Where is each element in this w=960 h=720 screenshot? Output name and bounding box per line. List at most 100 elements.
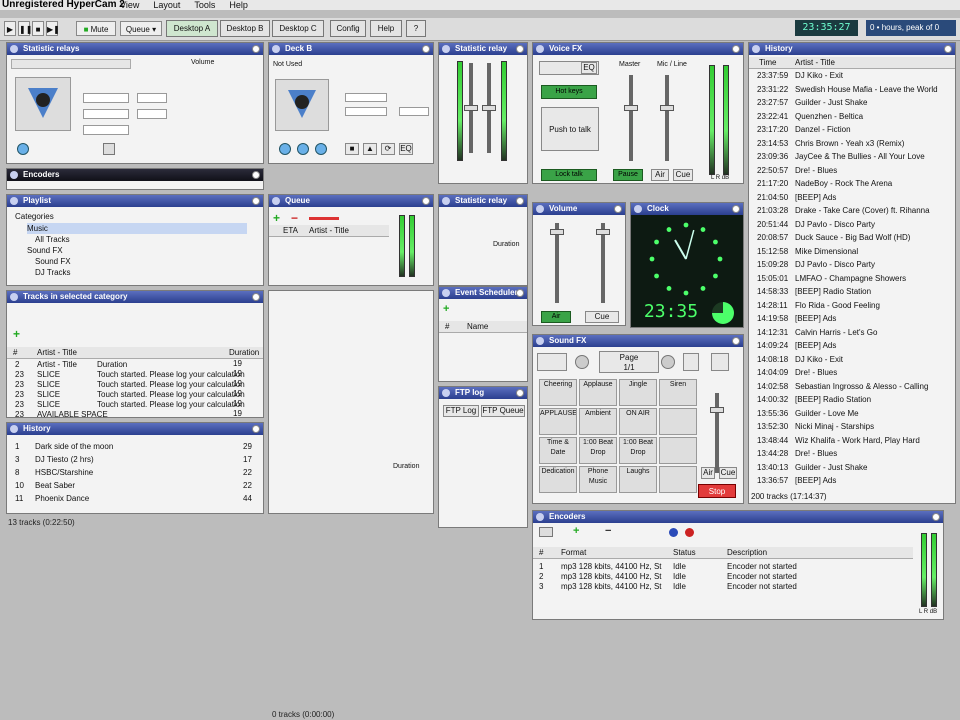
col-artist-title[interactable]: Artist - Title: [309, 225, 349, 236]
history-row[interactable]: 13:55:36 Guilder - Love Me: [749, 408, 955, 419]
sfx-stop-button[interactable]: Stop: [698, 484, 736, 498]
close-icon[interactable]: [252, 171, 260, 179]
col-name[interactable]: Name: [467, 321, 488, 332]
history-row[interactable]: 21:03:28 Drake - Take Care (Cover) ft. Ri…: [749, 205, 955, 216]
tempo-field[interactable]: [83, 93, 129, 103]
prev-page-icon[interactable]: [575, 355, 589, 369]
sound-fx-slot[interactable]: Jingle: [619, 379, 657, 406]
volume-fader-knob[interactable]: [550, 229, 564, 235]
history-row[interactable]: 14:12:31 Calvin Harris - Let's Go: [749, 327, 955, 338]
hotkeys-button[interactable]: Hot keys: [541, 85, 597, 99]
gain-field[interactable]: [83, 125, 129, 135]
tab-desktop-c[interactable]: Desktop C: [272, 20, 324, 37]
close-icon[interactable]: [732, 205, 740, 213]
deck-eject-button[interactable]: ▲: [363, 143, 377, 155]
pitch-field[interactable]: [345, 107, 387, 116]
remove-icon[interactable]: −: [605, 525, 611, 537]
gear-icon[interactable]: [442, 389, 450, 397]
close-icon[interactable]: [732, 337, 740, 345]
track-row[interactable]: 23 AVAILABLE SPACE: [7, 409, 263, 417]
next-icon[interactable]: ▶❚: [46, 21, 60, 36]
history-row[interactable]: 15:09:28 DJ Pavlo - Disco Party: [749, 259, 955, 270]
sound-fx-slot[interactable]: Applause: [579, 379, 617, 406]
gear-icon[interactable]: [442, 197, 450, 205]
history-mini-row[interactable]: 10 Beat Saber 22: [7, 480, 263, 491]
history-row[interactable]: 13:36:57 [BEEP] Ads: [749, 475, 955, 486]
remove-icon[interactable]: −: [291, 211, 298, 225]
close-icon[interactable]: [732, 45, 740, 53]
menu-view[interactable]: View: [120, 0, 139, 10]
history-row[interactable]: 23:22:41 Quenzhen - Beltica: [749, 111, 955, 122]
close-icon[interactable]: [422, 197, 430, 205]
close-icon[interactable]: [516, 289, 524, 297]
category-item[interactable]: Sound FX: [27, 245, 263, 256]
close-icon[interactable]: [516, 389, 524, 397]
sfx-eq-icon[interactable]: [711, 353, 729, 371]
gear-icon[interactable]: [536, 45, 544, 53]
gear-icon[interactable]: [442, 45, 450, 53]
history-row[interactable]: 13:48:44 Wiz Khalifa - Work Hard, Play Ha…: [749, 435, 955, 446]
gear-icon[interactable]: [272, 45, 280, 53]
deck-next-button[interactable]: [315, 143, 327, 155]
deck-eq-button[interactable]: EQ: [399, 143, 413, 155]
deck-play-button[interactable]: [297, 143, 309, 155]
gear-icon[interactable]: [634, 205, 642, 213]
push-to-talk-button[interactable]: Push to talk: [541, 107, 599, 151]
fader-knob[interactable]: [482, 105, 496, 111]
remove-all-icon[interactable]: [309, 217, 339, 220]
close-icon[interactable]: [516, 45, 524, 53]
history-row[interactable]: 14:28:11 Flo Rida - Good Feeling: [749, 300, 955, 311]
history-row[interactable]: 14:02:58 Sebastian Ingrosso & Alesso - Ca…: [749, 381, 955, 392]
stop-encoder-icon[interactable]: [685, 528, 694, 537]
category-item[interactable]: DJ Tracks: [35, 267, 263, 278]
col-eta[interactable]: ETA: [283, 225, 298, 236]
col-artist-title[interactable]: Artist - Title: [795, 57, 835, 68]
history-row[interactable]: 22:50:57 Dre! - Blues: [749, 165, 955, 176]
history-row[interactable]: 13:40:13 Guilder - Just Shake: [749, 462, 955, 473]
history-row[interactable]: 13:44:28 Dre! - Blues: [749, 448, 955, 459]
history-row[interactable]: 23:17:20 Danzel - Fiction: [749, 124, 955, 135]
sfx-options-icon[interactable]: [683, 353, 699, 371]
mic-fader-knob[interactable]: [660, 105, 674, 111]
time-field[interactable]: [399, 107, 429, 116]
history-mini-row[interactable]: 8 HSBC/Starshine 22: [7, 467, 263, 478]
tab-help[interactable]: Help: [370, 20, 402, 37]
history-row[interactable]: 23:14:53 Chris Brown - Yeah x3 (Remix): [749, 138, 955, 149]
add-icon[interactable]: +: [443, 303, 449, 315]
close-icon[interactable]: [614, 205, 622, 213]
sfx-air-button[interactable]: Air: [701, 467, 715, 479]
history-row[interactable]: 23:37:59 DJ Kiko - Exit: [749, 70, 955, 81]
pitch-field[interactable]: [83, 109, 129, 119]
tab-desktop-a[interactable]: Desktop A: [166, 20, 218, 37]
col-number[interactable]: #: [13, 347, 17, 358]
sound-fx-slot[interactable]: Ambient: [579, 408, 617, 435]
next-page-icon[interactable]: [661, 355, 675, 369]
gear-icon[interactable]: [442, 289, 450, 297]
history-row[interactable]: 14:19:58 [BEEP] Ads: [749, 313, 955, 324]
history-row[interactable]: 21:17:20 NadeBoy - Rock The Arena: [749, 178, 955, 189]
history-row[interactable]: 23:31:22 Swedish House Mafia - Leave the …: [749, 84, 955, 95]
sound-fx-slot[interactable]: Siren: [659, 379, 697, 406]
menu-tools[interactable]: Tools: [194, 0, 215, 10]
queue-dropdown[interactable]: Queue ▾: [120, 21, 162, 36]
close-icon[interactable]: [944, 45, 952, 53]
start-encoder-icon[interactable]: [669, 528, 678, 537]
menu-help[interactable]: Help: [229, 0, 248, 10]
col-format[interactable]: Format: [561, 547, 586, 558]
history-row[interactable]: 23:09:36 JayCee & The Bullies - All Your …: [749, 151, 955, 162]
fader-knob[interactable]: [464, 105, 478, 111]
close-icon[interactable]: [422, 45, 430, 53]
sound-fx-slot[interactable]: [659, 408, 697, 435]
history-row[interactable]: 21:04:50 [BEEP] Ads: [749, 192, 955, 203]
history-row[interactable]: 14:09:24 [BEEP] Ads: [749, 340, 955, 351]
about-button[interactable]: ?: [406, 20, 426, 37]
history-row[interactable]: 23:27:57 Guilder - Just Shake: [749, 97, 955, 108]
menu-layout[interactable]: Layout: [153, 0, 180, 10]
col-artist-title[interactable]: Artist - Title: [37, 347, 77, 358]
tab-ftp-queue[interactable]: FTP Queue: [481, 405, 525, 417]
col-number[interactable]: #: [445, 321, 449, 332]
pause-button[interactable]: Pause: [613, 169, 643, 181]
gear-icon[interactable]: [752, 45, 760, 53]
history-row[interactable]: 15:05:01 LMFAO - Champagne Showers: [749, 273, 955, 284]
category-item[interactable]: Sound FX: [35, 256, 263, 267]
